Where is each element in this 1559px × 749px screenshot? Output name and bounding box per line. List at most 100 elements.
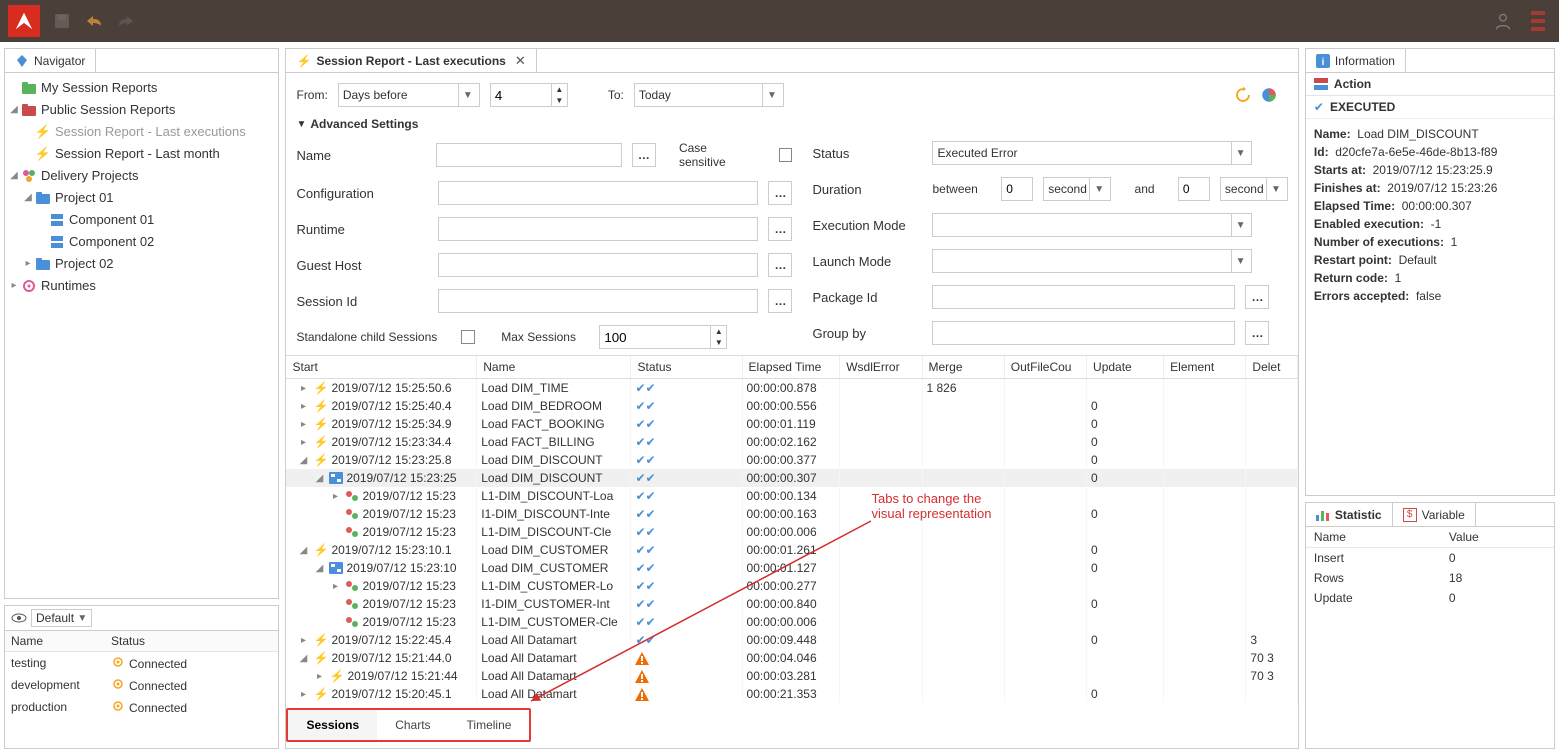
refresh-icon[interactable] — [1234, 86, 1252, 104]
env-row[interactable]: developmentConnected — [5, 674, 278, 696]
env-col-name: Name — [5, 631, 105, 652]
navigator-tab[interactable]: Navigator — [5, 49, 96, 72]
env-row[interactable]: testingConnected — [5, 652, 278, 675]
executed-status: ✔EXECUTED — [1306, 96, 1554, 119]
annotation-text: Tabs to change the visual representation — [871, 491, 991, 521]
annotation-arrow — [526, 516, 876, 704]
standalone-checkbox[interactable] — [461, 330, 475, 344]
nav-project02[interactable]: ▸Project 02 — [7, 253, 276, 275]
session-report-tab[interactable]: ⚡ Session Report - Last executions ✕ — [286, 49, 536, 72]
navigator-tree: My Session Reports ◢Public Session Repor… — [5, 73, 278, 301]
nav-runtimes[interactable]: ▸Runtimes — [7, 275, 276, 297]
groupby-input[interactable] — [932, 321, 1235, 345]
sessions-grid[interactable]: StartNameStatusElapsed TimeWsdlErrorMerg… — [286, 355, 1297, 704]
stat-row: Rows18 — [1306, 568, 1554, 588]
nav-public-reports[interactable]: ◢Public Session Reports — [7, 99, 276, 121]
table-row[interactable]: ▸⚡2019/07/12 15:23:34.4 Load FACT_BILLIN… — [286, 433, 1297, 451]
guesthost-browse[interactable]: … — [768, 253, 792, 277]
sessionid-input[interactable] — [438, 289, 758, 313]
nav-sr-last-exec[interactable]: ⚡Session Report - Last executions — [7, 121, 276, 143]
runtime-input[interactable] — [438, 217, 758, 241]
case-sensitive-checkbox[interactable] — [779, 148, 793, 162]
from-label: From: — [296, 88, 327, 102]
duration-from-input[interactable] — [1001, 177, 1033, 201]
table-row[interactable]: ▸⚡2019/07/12 15:25:34.9 Load FACT_BOOKIN… — [286, 415, 1297, 433]
statistic-tab[interactable]: Statistic — [1306, 503, 1393, 526]
duration-to-unit[interactable]: second▼ — [1220, 177, 1288, 201]
action-header: Action — [1306, 73, 1554, 96]
nav-sr-last-month[interactable]: ⚡Session Report - Last month — [7, 143, 276, 165]
name-input[interactable] — [436, 143, 622, 167]
pie-chart-icon[interactable] — [1260, 86, 1278, 104]
bottom-tabs: Sessions Charts Timeline — [286, 708, 531, 742]
groupby-browse[interactable]: … — [1245, 321, 1269, 345]
grid-column[interactable]: Update — [1087, 356, 1164, 379]
grid-column[interactable]: Elapsed Time — [742, 356, 840, 379]
information-panel: i Information Action ✔EXECUTED Name: Loa… — [1305, 48, 1555, 496]
from-value-spinner[interactable]: ▲▼ — [490, 83, 568, 107]
name-browse[interactable]: … — [632, 143, 656, 167]
table-row[interactable]: ▸2019/07/12 15:23 L1-DIM_DISCOUNT-Loa✔✔0… — [286, 487, 1297, 505]
eye-icon — [11, 612, 27, 624]
config-input[interactable] — [438, 181, 758, 205]
stat-row: Update0 — [1306, 588, 1554, 608]
packageid-browse[interactable]: … — [1245, 285, 1269, 309]
config-browse[interactable]: … — [768, 181, 792, 205]
stat-row: Insert0 — [1306, 548, 1554, 569]
launch-mode-dropdown[interactable]: ▼ — [932, 249, 1252, 273]
top-toolbar — [0, 0, 1559, 42]
grid-column[interactable]: Status — [631, 356, 742, 379]
statistic-panel: Statistic $ Variable NameValue Insert0Ro… — [1305, 502, 1555, 749]
max-sessions-spinner[interactable]: ▲▼ — [599, 325, 727, 349]
env-selector[interactable]: Default ▼ — [31, 609, 92, 627]
table-row[interactable]: ◢⚡2019/07/12 15:23:25.8 Load DIM_DISCOUN… — [286, 451, 1297, 469]
grid-column[interactable]: Element — [1164, 356, 1246, 379]
table-row[interactable]: ▸⚡2019/07/12 15:25:50.6 Load DIM_TIME✔✔0… — [286, 379, 1297, 398]
grid-column[interactable]: Name — [477, 356, 631, 379]
information-tab[interactable]: i Information — [1306, 49, 1406, 72]
undo-icon[interactable] — [84, 11, 104, 31]
bolt-icon: ⚡ — [296, 54, 311, 68]
user-icon[interactable] — [1493, 11, 1513, 31]
app-logo — [8, 5, 40, 37]
navigator-panel: Navigator My Session Reports ◢Public Ses… — [4, 48, 279, 599]
variable-tab[interactable]: $ Variable — [1393, 503, 1476, 526]
close-icon[interactable]: ✕ — [515, 53, 526, 69]
session-report-title: Session Report - Last executions — [316, 54, 505, 68]
exec-mode-dropdown[interactable]: ▼ — [932, 213, 1252, 237]
info-details: Name: Load DIM_DISCOUNTId: d20cfe7a-6e5e… — [1306, 119, 1554, 311]
grid-column[interactable]: Delet — [1246, 356, 1298, 379]
redo-icon[interactable] — [116, 11, 136, 31]
nav-component01[interactable]: Component 01 — [7, 209, 276, 231]
runtime-browse[interactable]: … — [768, 217, 792, 241]
from-unit-dropdown[interactable]: Days before▼ — [338, 83, 480, 107]
save-icon[interactable] — [52, 11, 72, 31]
env-col-status: Status — [105, 631, 278, 652]
duration-to-input[interactable] — [1178, 177, 1210, 201]
grid-column[interactable]: Merge — [922, 356, 1004, 379]
nav-component02[interactable]: Component 02 — [7, 231, 276, 253]
nav-delivery-projects[interactable]: ◢Delivery Projects — [7, 165, 276, 187]
svg-text:i: i — [1322, 57, 1325, 68]
nav-my-reports[interactable]: My Session Reports — [7, 77, 276, 99]
status-dropdown[interactable]: Executed Error▼ — [932, 141, 1252, 165]
env-row[interactable]: productionConnected — [5, 696, 278, 718]
tab-timeline[interactable]: Timeline — [449, 710, 530, 740]
tab-charts[interactable]: Charts — [377, 710, 448, 740]
to-label: To: — [608, 88, 624, 102]
table-row[interactable]: ◢2019/07/12 15:23:25 Load DIM_DISCOUNT✔✔… — [286, 469, 1297, 487]
environments-panel: Default ▼ NameStatus testingConnecteddev… — [4, 605, 279, 749]
guesthost-input[interactable] — [438, 253, 758, 277]
grid-column[interactable]: WsdlError — [840, 356, 922, 379]
nav-project01[interactable]: ◢Project 01 — [7, 187, 276, 209]
to-dropdown[interactable]: Today▼ — [634, 83, 784, 107]
table-row[interactable]: ▸⚡2019/07/12 15:25:40.4 Load DIM_BEDROOM… — [286, 397, 1297, 415]
sessionid-browse[interactable]: … — [768, 289, 792, 313]
menu-icon[interactable] — [1531, 11, 1551, 31]
grid-column[interactable]: OutFileCou — [1004, 356, 1086, 379]
duration-from-unit[interactable]: second▼ — [1043, 177, 1111, 201]
advanced-settings-toggle[interactable]: ▼Advanced Settings — [286, 113, 1297, 135]
tab-sessions[interactable]: Sessions — [288, 710, 377, 740]
packageid-input[interactable] — [932, 285, 1235, 309]
grid-column[interactable]: Start — [286, 356, 476, 379]
